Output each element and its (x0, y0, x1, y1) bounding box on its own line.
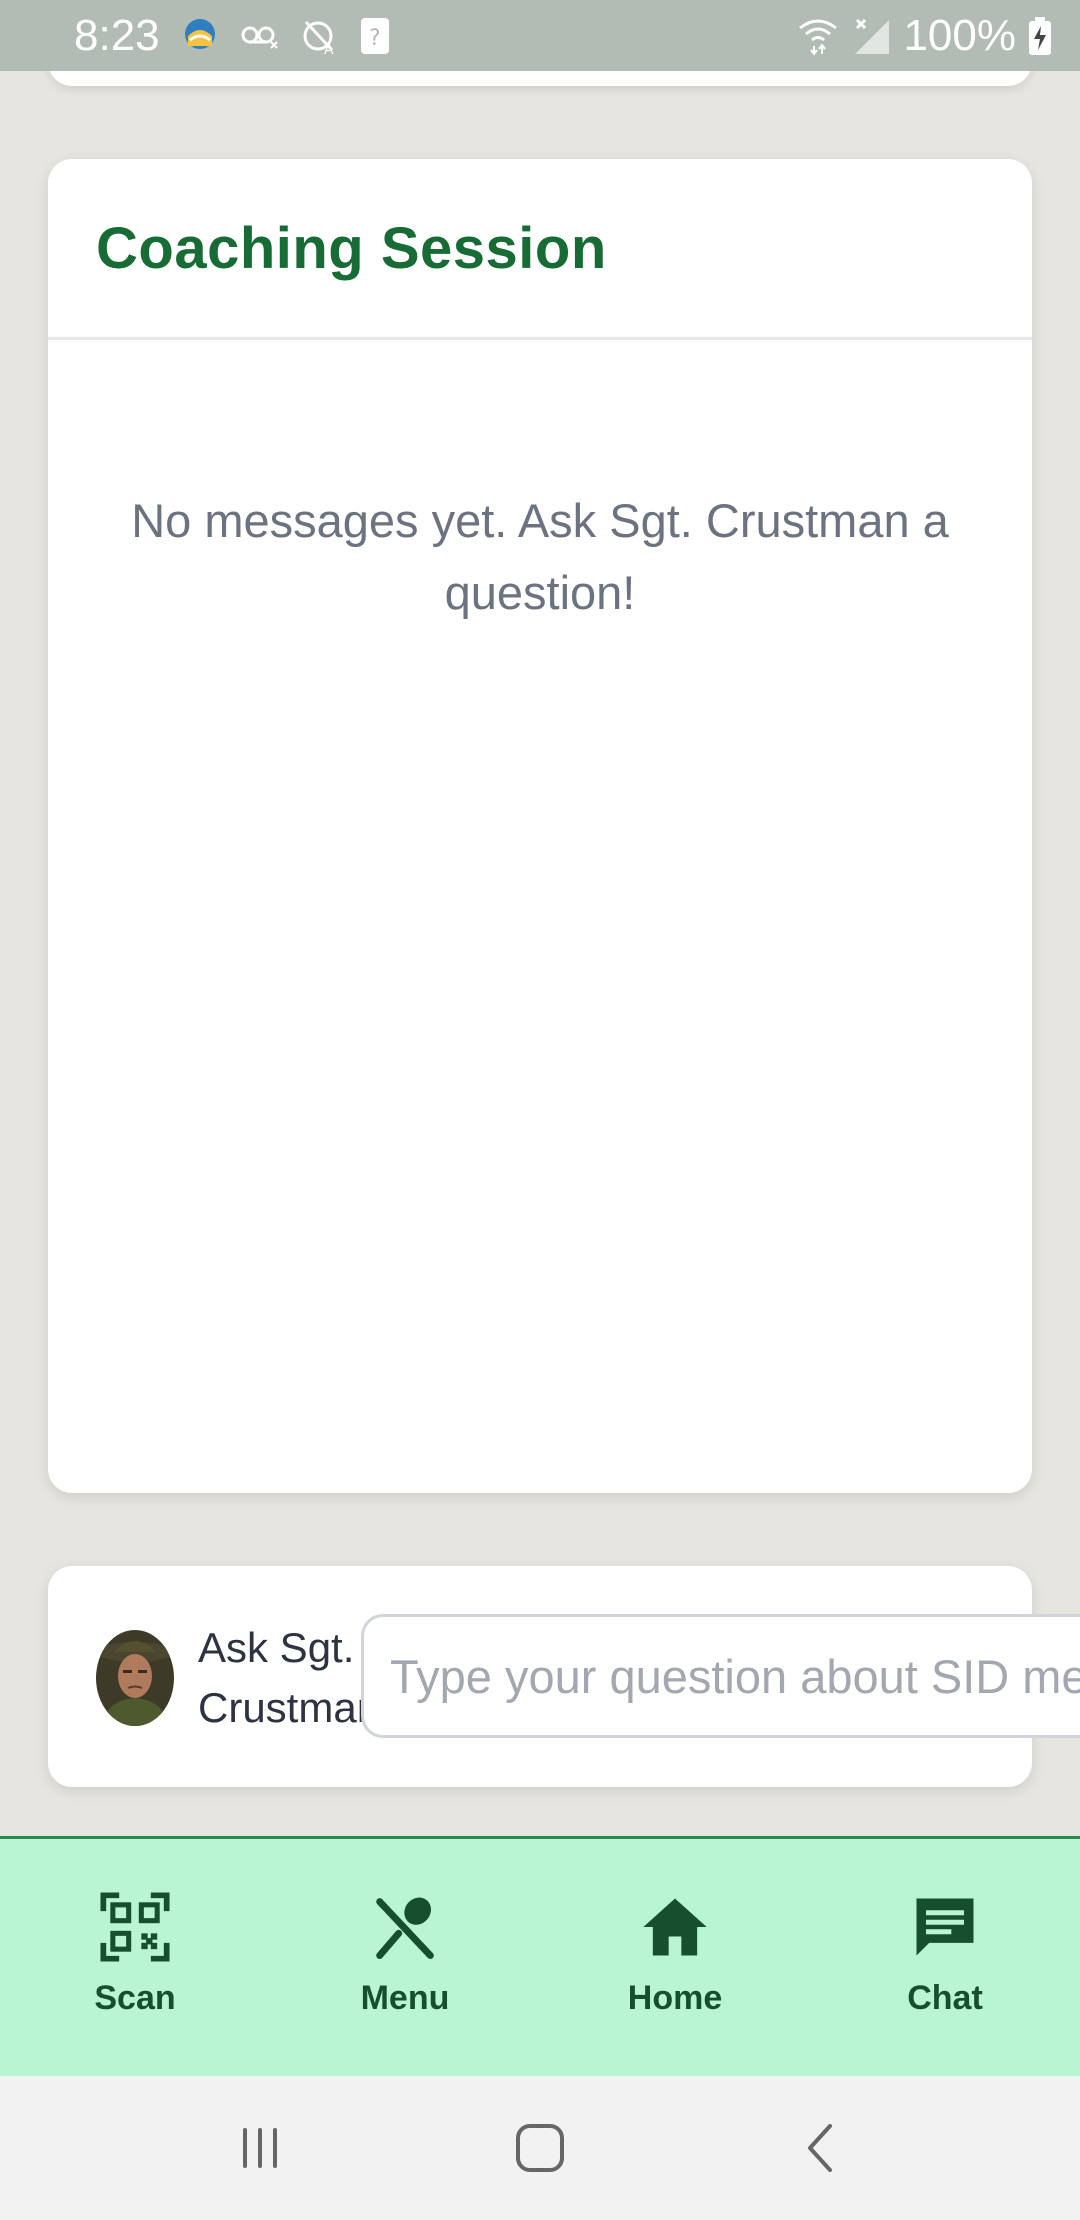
battery-charging-icon (1028, 16, 1052, 56)
tab-home-label: Home (627, 1979, 723, 2017)
sergeant-avatar (96, 1630, 174, 1726)
status-time: 8:23 (74, 10, 160, 60)
status-left: 8:23 A ? (74, 11, 390, 61)
unknown-sim-icon: ? (360, 17, 390, 55)
system-home-button[interactable] (480, 2098, 600, 2198)
recent-apps-icon (243, 2128, 277, 2168)
signal-icon (851, 16, 891, 56)
home-outline-icon (516, 2124, 564, 2172)
alarm-off-icon: A (300, 16, 340, 56)
tab-menu-label: Menu (360, 1979, 450, 2017)
back-button[interactable] (760, 2098, 880, 2198)
system-nav-bar (0, 2076, 1080, 2220)
chat-icon (916, 1898, 974, 1956)
svg-text:?: ? (369, 26, 381, 51)
question-input[interactable] (364, 1617, 1080, 1735)
recent-apps-button[interactable] (200, 2098, 320, 2198)
wifi-icon (797, 16, 839, 56)
tab-menu[interactable]: Menu (295, 1839, 515, 2076)
qr-scan-icon (100, 1892, 170, 1962)
voicemail-icon (240, 21, 280, 51)
coaching-title: Coaching Session (96, 215, 607, 281)
coaching-session-card: Coaching Session No messages yet. Ask Sg… (48, 159, 1032, 1493)
battery-percent: 100% (903, 10, 1016, 60)
bottom-tab-bar: Scan Menu Home Chat (0, 1836, 1080, 2076)
empty-messages-text: No messages yet. Ask Sgt. Crustman a que… (131, 494, 949, 619)
status-right: 100% (797, 11, 1052, 61)
ask-card: Ask Sgt. Crustman (48, 1566, 1080, 1787)
back-icon (808, 2124, 832, 2172)
fork-spoon-icon (376, 1897, 434, 1959)
tab-scan[interactable]: Scan (25, 1839, 245, 2076)
question-input-wrapper (361, 1614, 1080, 1738)
tab-chat-label: Chat (907, 1979, 983, 2017)
ask-label: Ask Sgt. Crustman (198, 1624, 370, 1731)
screen: 8:23 A ? 100% Coaching Session No messag… (0, 0, 1080, 2220)
svg-text:A: A (324, 42, 334, 56)
coaching-header: Coaching Session (48, 159, 1032, 340)
tab-home[interactable]: Home (565, 1839, 785, 2076)
status-bar: 8:23 A ? 100% (0, 0, 1080, 71)
tab-scan-label: Scan (94, 1979, 176, 2017)
weather-app-icon (180, 16, 220, 56)
tab-chat[interactable]: Chat (835, 1839, 1055, 2076)
home-icon (643, 1898, 707, 1956)
